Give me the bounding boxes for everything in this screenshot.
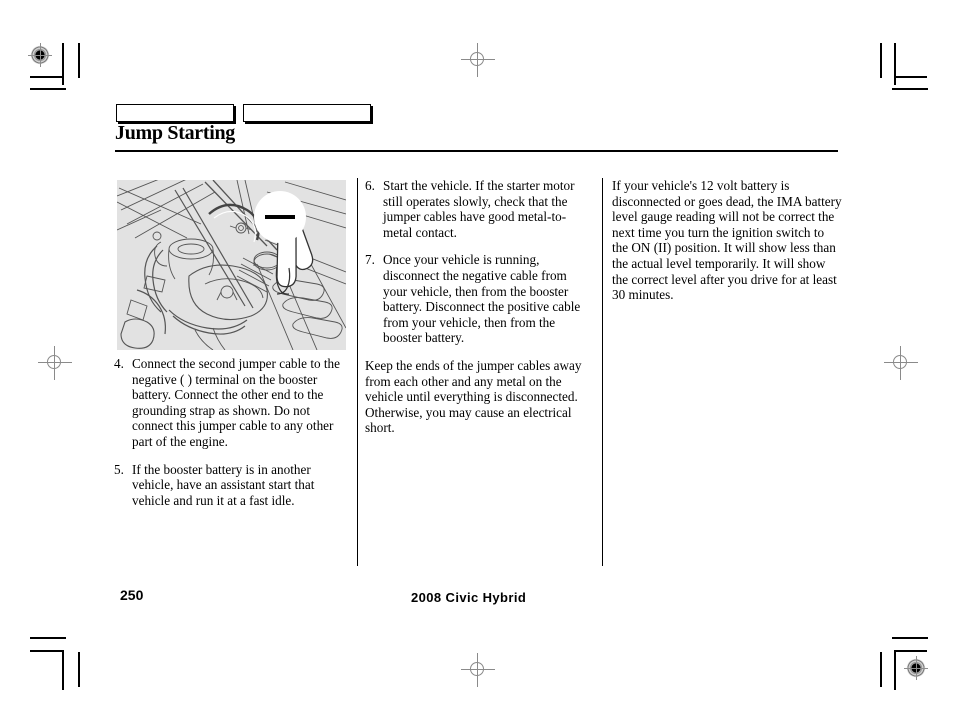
list-item-text: Connect the second jumper cable to the n… bbox=[132, 356, 340, 449]
crop-mark-top-right-vertical bbox=[894, 43, 896, 85]
list-item: 7. Once your vehicle is running, disconn… bbox=[365, 252, 593, 346]
crop-mark-bottom-left-vertical-outer bbox=[78, 652, 80, 687]
crop-mark-bottom-left-horizontal-outer bbox=[30, 637, 66, 639]
registration-crosshair-right-middle bbox=[884, 346, 918, 380]
engine-bay-illustration bbox=[117, 180, 346, 350]
page-title: Jump Starting bbox=[115, 122, 236, 144]
registration-crosshair-left-middle bbox=[38, 346, 72, 380]
column-right: If your vehicle's 12 volt battery is dis… bbox=[612, 178, 842, 303]
crop-mark-bottom-right-horizontal bbox=[894, 650, 927, 652]
crop-mark-top-left-vertical bbox=[62, 43, 64, 85]
list-item-number: 5. bbox=[114, 461, 124, 477]
list-item: 5. If the booster battery is in another … bbox=[114, 462, 350, 509]
list-item: 6. Start the vehicle. If the starter mot… bbox=[365, 178, 593, 240]
column-left: 4. Connect the second jumper cable to th… bbox=[114, 356, 350, 508]
crop-mark-top-right-horizontal-outer bbox=[892, 88, 928, 90]
crop-mark-bottom-right-vertical-outer bbox=[880, 652, 882, 687]
registration-bullseye-bottom-right bbox=[903, 655, 929, 681]
footer-model-text: 2008 Civic Hybrid bbox=[411, 590, 527, 605]
crop-mark-bottom-left-horizontal bbox=[30, 650, 63, 652]
crop-mark-top-left-horizontal bbox=[30, 76, 63, 78]
negative-terminal-badge bbox=[254, 191, 306, 243]
list-item-number: 4. bbox=[114, 356, 124, 371]
crop-mark-top-left-vertical-outer bbox=[78, 43, 80, 78]
crop-mark-bottom-left-vertical bbox=[62, 650, 64, 690]
registration-bullseye-top-left bbox=[27, 42, 53, 68]
column-middle: 6. Start the vehicle. If the starter mot… bbox=[365, 178, 593, 436]
column-divider-right bbox=[602, 178, 603, 566]
list-item: 4. Connect the second jumper cable to th… bbox=[114, 356, 350, 450]
paragraph: Keep the ends of the jumper cables away … bbox=[365, 357, 582, 436]
list-item-text: If the booster battery is in another veh… bbox=[132, 461, 315, 508]
crop-mark-top-right-vertical-outer bbox=[880, 43, 882, 78]
tab-box-left[interactable] bbox=[116, 104, 234, 122]
crop-mark-bottom-right-horizontal-outer bbox=[892, 637, 928, 639]
list-item-text: Once your vehicle is running, disconnect… bbox=[383, 252, 581, 346]
column-divider-left bbox=[357, 178, 358, 566]
registration-crosshair-bottom-center bbox=[461, 653, 495, 687]
registration-crosshair-top-center bbox=[461, 43, 495, 77]
list-item-number: 6. bbox=[365, 178, 375, 193]
page-number: 250 bbox=[120, 587, 144, 603]
title-rule bbox=[115, 150, 838, 152]
list-item-number: 7. bbox=[365, 252, 375, 268]
crop-mark-bottom-right-vertical bbox=[894, 650, 896, 690]
minus-icon bbox=[265, 215, 295, 219]
list-item-text: Start the vehicle. If the starter motor … bbox=[383, 178, 575, 240]
engine-bay-drawing bbox=[117, 180, 346, 350]
crop-mark-top-left-horizontal-outer bbox=[30, 88, 66, 90]
paragraph: If your vehicle's 12 volt battery is dis… bbox=[612, 178, 842, 303]
crop-mark-top-right-horizontal bbox=[894, 76, 927, 78]
tab-box-right[interactable] bbox=[243, 104, 371, 122]
